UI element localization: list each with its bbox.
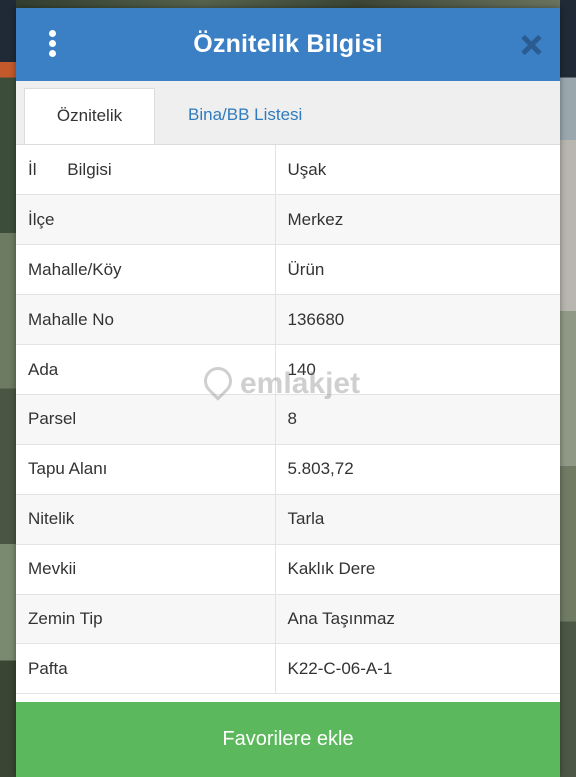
tab-building-list[interactable]: Bina/BB Listesi <box>176 88 314 144</box>
table-row: Tapu Alanı 5.803,72 <box>16 444 560 495</box>
watermark-text: emlakjet <box>240 367 361 400</box>
row-key: Tapu Alanı <box>16 444 276 495</box>
row-value: Ana Taşınmaz <box>275 594 560 645</box>
vertical-dots-icon[interactable] <box>46 30 58 60</box>
row-key: Mahalle No <box>16 294 276 346</box>
row-key: Zemin Tip <box>16 594 276 645</box>
row-key: Mevkii <box>16 544 276 595</box>
row-key: İlçe <box>16 194 276 246</box>
table-row: Zemin Tip Ana Taşınmaz <box>16 594 560 645</box>
row-value: Uşak <box>275 145 560 196</box>
map-edge-left <box>0 0 16 777</box>
tab-bar: Öznitelik Bilgisi Bina/BB Listesi <box>16 81 560 179</box>
dialog-header: Öznitelik Bilgisi <box>16 8 560 81</box>
row-value: Merkez <box>275 194 560 246</box>
row-value: Tarla <box>275 494 560 545</box>
attribute-table: İl Uşak İlçe Merkez Mahalle/Köy Ürün Mahall… <box>16 145 560 695</box>
map-edge-right <box>560 0 576 777</box>
add-favorites-button[interactable]: Favorilere ekle <box>16 702 560 777</box>
tab-attribute-info[interactable]: Öznitelik Bilgisi <box>24 88 155 179</box>
table-row: Mahalle/Köy Ürün <box>16 244 560 296</box>
table-row: Nitelik Tarla <box>16 494 560 545</box>
row-key: Nitelik <box>16 494 276 545</box>
table-row: İlçe Merkez <box>16 194 560 246</box>
row-key: Pafta <box>16 643 276 695</box>
map-pin-icon <box>202 365 232 403</box>
row-value: 5.803,72 <box>275 444 560 495</box>
row-value: Kaklık Dere <box>275 544 560 595</box>
watermark-logo: emlakjet <box>202 365 360 403</box>
table-row: Mahalle No 136680 <box>16 294 560 346</box>
table-row: Mevkii Kaklık Dere <box>16 544 560 595</box>
attribute-dialog: Öznitelik Bilgisi Öznitelik Bilgisi Bina… <box>16 8 560 777</box>
row-value: Ürün <box>275 244 560 296</box>
dialog-title: Öznitelik Bilgisi <box>193 30 383 58</box>
close-icon[interactable] <box>520 34 542 56</box>
row-value: 136680 <box>275 294 560 346</box>
row-key: İl <box>16 145 276 196</box>
row-key: Mahalle/Köy <box>16 244 276 296</box>
row-value: K22-C-06-A-1 <box>275 643 560 695</box>
table-row: Pafta K22-C-06-A-1 <box>16 643 560 695</box>
